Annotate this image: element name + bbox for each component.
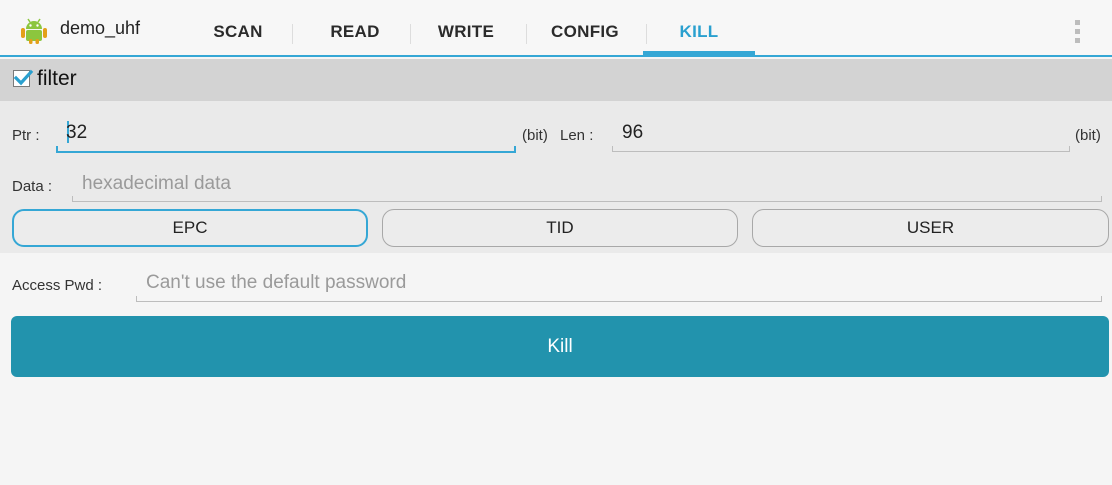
app-window: demo_uhf SCAN READ WRITE CONFIG KILL fil… xyxy=(0,0,1112,485)
ptr-underline xyxy=(56,151,516,153)
checkmark-icon xyxy=(13,69,34,86)
ptr-input[interactable]: 32 xyxy=(56,111,516,157)
ptr-unit: (bit) xyxy=(522,127,548,144)
user-button[interactable]: USER xyxy=(752,209,1109,247)
action-bar: demo_uhf SCAN READ WRITE CONFIG KILL xyxy=(0,0,1112,57)
android-icon xyxy=(21,18,47,44)
epc-button[interactable]: EPC xyxy=(12,209,368,247)
len-label: Len : xyxy=(560,127,594,144)
len-value: 96 xyxy=(622,122,644,143)
tab-read[interactable]: READ xyxy=(300,0,410,55)
access-pwd-underline xyxy=(136,301,1102,302)
len-underline xyxy=(612,151,1070,152)
tab-write[interactable]: WRITE xyxy=(414,0,518,55)
access-pwd-label: Access Pwd : xyxy=(12,277,103,294)
access-pwd-placeholder: Can't use the default password xyxy=(146,272,407,293)
ptr-value: 32 xyxy=(66,122,88,143)
tab-divider xyxy=(292,24,293,44)
data-input[interactable]: hexadecimal data xyxy=(72,163,1102,205)
tab-divider xyxy=(526,24,527,44)
len-input[interactable]: 96 xyxy=(612,111,1070,157)
len-unit: (bit) xyxy=(1075,127,1101,144)
tid-button[interactable]: TID xyxy=(382,209,738,247)
data-label: Data : xyxy=(12,178,53,195)
tab-divider xyxy=(410,24,411,44)
filter-header: filter xyxy=(0,59,1112,101)
data-underline xyxy=(72,201,1102,202)
filter-label: filter xyxy=(37,67,77,90)
tab-kill[interactable]: KILL xyxy=(643,0,755,55)
data-placeholder: hexadecimal data xyxy=(82,173,231,194)
access-pwd-input[interactable]: Can't use the default password xyxy=(136,262,1102,304)
tab-scan[interactable]: SCAN xyxy=(188,0,288,55)
overflow-menu-icon[interactable] xyxy=(1072,20,1084,48)
ptr-label: Ptr : xyxy=(12,127,40,144)
app-title: demo_uhf xyxy=(60,18,141,38)
kill-button[interactable]: Kill xyxy=(11,316,1109,377)
tab-config[interactable]: CONFIG xyxy=(530,0,640,55)
filter-checkbox[interactable] xyxy=(13,69,34,87)
